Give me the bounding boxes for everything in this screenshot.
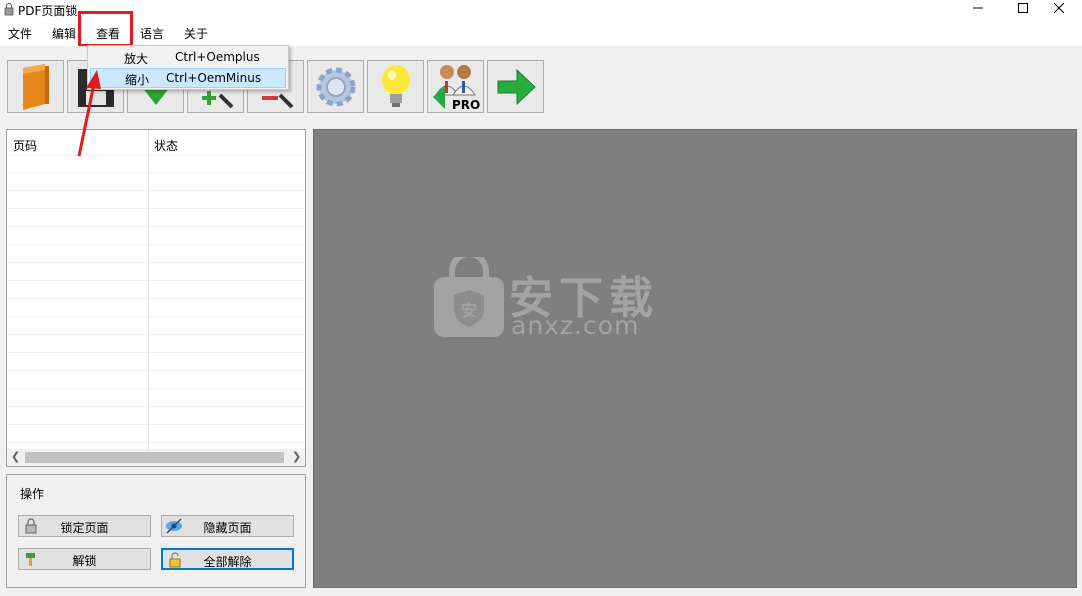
svg-text:安: 安 (461, 301, 477, 320)
watermark-domain: anxz.com (511, 311, 640, 340)
next-arrow-icon (497, 68, 536, 105)
row-grid-line (7, 352, 305, 353)
next-button[interactable] (487, 60, 544, 113)
menu-item-label: 放大 (124, 52, 149, 66)
annotation-arrow-icon (77, 70, 101, 157)
scroll-left-icon[interactable]: ❮ (11, 450, 20, 463)
minimize-icon (973, 7, 983, 9)
lock-page-label: 锁定页面 (60, 521, 109, 535)
operations-title: 操作 (20, 487, 45, 501)
tips-button[interactable] (367, 60, 424, 113)
hide-page-button[interactable]: 隐藏页面 (161, 515, 294, 537)
page-list[interactable]: 页码 状态 ❮ ❯ (6, 129, 306, 467)
column-divider (148, 130, 149, 450)
row-grid-line (7, 442, 305, 443)
menu-item-shortcut: Ctrl+OemMinus (166, 71, 262, 85)
menu-language[interactable]: 语言 (140, 26, 164, 42)
row-grid-line (7, 262, 305, 263)
scrollbar-thumb[interactable] (25, 452, 284, 463)
unlock-button[interactable]: 解锁 (18, 548, 151, 570)
row-grid-line (7, 334, 305, 335)
row-grid-line (7, 190, 305, 191)
horizontal-scrollbar[interactable]: ❮ ❯ (7, 449, 305, 466)
row-grid-line (7, 316, 305, 317)
row-grid-line (7, 298, 305, 299)
settings-button[interactable] (307, 60, 364, 113)
settings-gear-icon (316, 67, 355, 106)
column-header-status[interactable]: 状态 (154, 137, 178, 154)
lock-page-button[interactable]: 锁定页面 (18, 515, 151, 537)
menu-item-label: 缩小 (125, 73, 150, 87)
pro-button[interactable]: PRO (427, 60, 484, 113)
row-grid-line (7, 280, 305, 281)
header-divider (7, 155, 305, 156)
menu-item-zoom-in[interactable]: 放大 Ctrl+Oemplus (90, 48, 286, 68)
view-dropdown-menu: 放大 Ctrl+Oemplus 缩小 Ctrl+OemMinus (87, 45, 289, 90)
lock-app-icon (4, 3, 14, 16)
row-grid-line (7, 388, 305, 389)
menu-edit[interactable]: 编辑 (52, 26, 76, 42)
close-button[interactable] (1036, 0, 1082, 16)
menu-item-shortcut: Ctrl+Oemplus (175, 50, 260, 64)
scroll-right-icon[interactable]: ❯ (292, 450, 301, 463)
annotation-highlight-box (78, 11, 133, 47)
page-preview-area[interactable]: 安 安下载 anxz.com (313, 129, 1077, 588)
menu-file[interactable]: 文件 (8, 26, 32, 42)
menu-item-zoom-out[interactable]: 缩小 Ctrl+OemMinus (90, 68, 286, 88)
window-title: PDF页面锁 (18, 4, 78, 18)
open-button[interactable] (7, 60, 64, 113)
row-grid-line (7, 208, 305, 209)
svg-text:PRO: PRO (452, 98, 480, 111)
menu-about[interactable]: 关于 (184, 26, 208, 42)
close-icon (1054, 3, 1064, 13)
unlock-label: 解锁 (72, 554, 97, 568)
watermark-shield-bag-icon: 安 (434, 257, 504, 337)
row-grid-line (7, 424, 305, 425)
row-grid-line (7, 226, 305, 227)
idea-bulb-icon (381, 64, 410, 107)
row-grid-line (7, 172, 305, 173)
column-header-page[interactable]: 页码 (13, 137, 37, 154)
open-folder-icon (22, 63, 49, 110)
title-bar: PDF页面锁 (0, 0, 1082, 22)
hide-page-label: 隐藏页面 (203, 521, 252, 535)
operations-group: 操作 锁定页面 隐藏页面 解锁 全部解除 (6, 474, 306, 588)
maximize-icon (1018, 3, 1028, 13)
row-grid-line (7, 370, 305, 371)
menu-bar: 文件 编辑 查看 语言 关于 (0, 22, 1082, 46)
remove-all-button[interactable]: 全部解除 (161, 548, 294, 570)
minimize-button[interactable] (955, 0, 1001, 16)
row-grid-line (7, 244, 305, 245)
pro-users-icon: PRO (432, 64, 480, 111)
remove-all-label: 全部解除 (203, 555, 252, 569)
row-grid-line (7, 406, 305, 407)
